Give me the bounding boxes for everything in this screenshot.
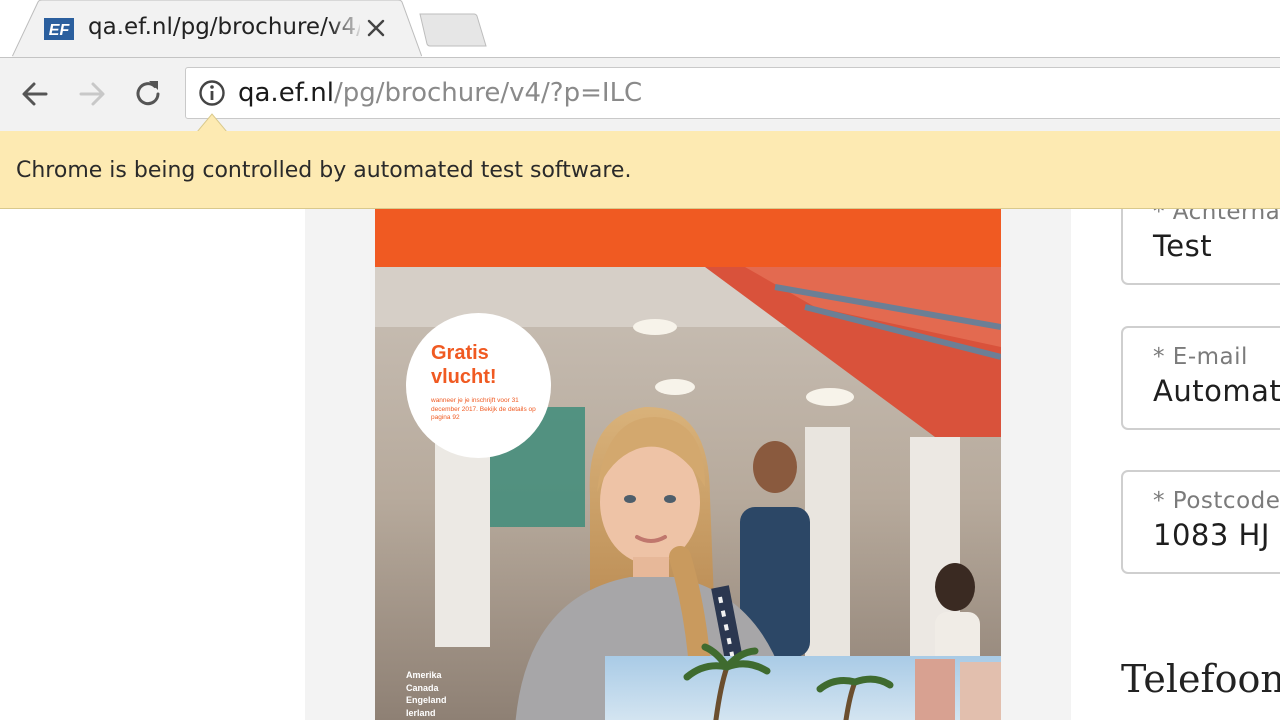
infobar-pointer: [197, 113, 227, 132]
reload-icon[interactable]: [130, 76, 166, 112]
postcode-label: * Postcode: [1153, 488, 1280, 514]
favicon-text: EF: [49, 22, 71, 39]
url-text[interactable]: qa.ef.nl/pg/brochure/v4/?p=ILC: [238, 76, 642, 110]
close-tab-icon[interactable]: [364, 16, 388, 40]
tab-strip: EF qa.ef.nl/pg/brochure/v4/?p=ILC: [0, 0, 1280, 57]
brochure-cover-image: Gratis vlucht! wanneer je je inschrijft …: [375, 209, 1001, 720]
country-list: Amerika Canada Engeland Ierland: [406, 669, 447, 719]
url-path: /pg/brochure/v4/?p=ILC: [333, 78, 643, 108]
brochure-orange-band: [375, 209, 1001, 267]
email-value: Automated: [1153, 374, 1280, 408]
automation-infobar: Chrome is being controlled by automated …: [0, 131, 1280, 209]
tab-title-fade: [330, 10, 364, 46]
country-item: Engeland: [406, 695, 447, 705]
email-field[interactable]: * E-mail Automated: [1121, 326, 1280, 430]
lastname-field[interactable]: * Achternaam Test: [1121, 209, 1280, 285]
url-host: qa.ef.nl: [238, 78, 334, 108]
browser-tab-active[interactable]: EF qa.ef.nl/pg/brochure/v4/?p=ILC: [12, 0, 422, 57]
lastname-label: * Achternaam: [1153, 209, 1280, 225]
email-label: * E-mail: [1153, 344, 1248, 370]
country-item: Canada: [406, 682, 439, 693]
tab-title: qa.ef.nl/pg/brochure/v4/?p=ILC: [88, 14, 360, 40]
browser-toolbar: qa.ef.nl/pg/brochure/v4/?p=ILC: [0, 57, 1280, 131]
country-item: Amerika: [406, 670, 442, 680]
country-item: Ierland: [406, 707, 436, 718]
page-content: Gratis vlucht! wanneer je je inschrijft …: [0, 209, 1280, 720]
address-bar[interactable]: qa.ef.nl/pg/brochure/v4/?p=ILC: [185, 67, 1280, 119]
forward-arrow-icon[interactable]: [74, 76, 110, 112]
back-arrow-icon[interactable]: [17, 76, 53, 112]
postcode-field[interactable]: * Postcode 1083 HJ: [1121, 470, 1280, 574]
phone-label: Telefoonnummer: [1121, 657, 1280, 701]
promo-subtitle: wanneer je je inschrijft voor 31 decembe…: [431, 397, 536, 421]
postcode-value: 1083 HJ: [1153, 518, 1270, 552]
promo-badge: Gratis vlucht! wanneer je je inschrijft …: [406, 313, 551, 458]
promo-title: Gratis vlucht!: [431, 342, 497, 388]
lastname-value: Test: [1153, 229, 1213, 263]
ef-favicon-icon: EF: [44, 18, 74, 40]
new-tab-button[interactable]: [418, 12, 488, 48]
infobar-message: Chrome is being controlled by automated …: [16, 158, 632, 183]
info-icon[interactable]: [198, 79, 226, 107]
